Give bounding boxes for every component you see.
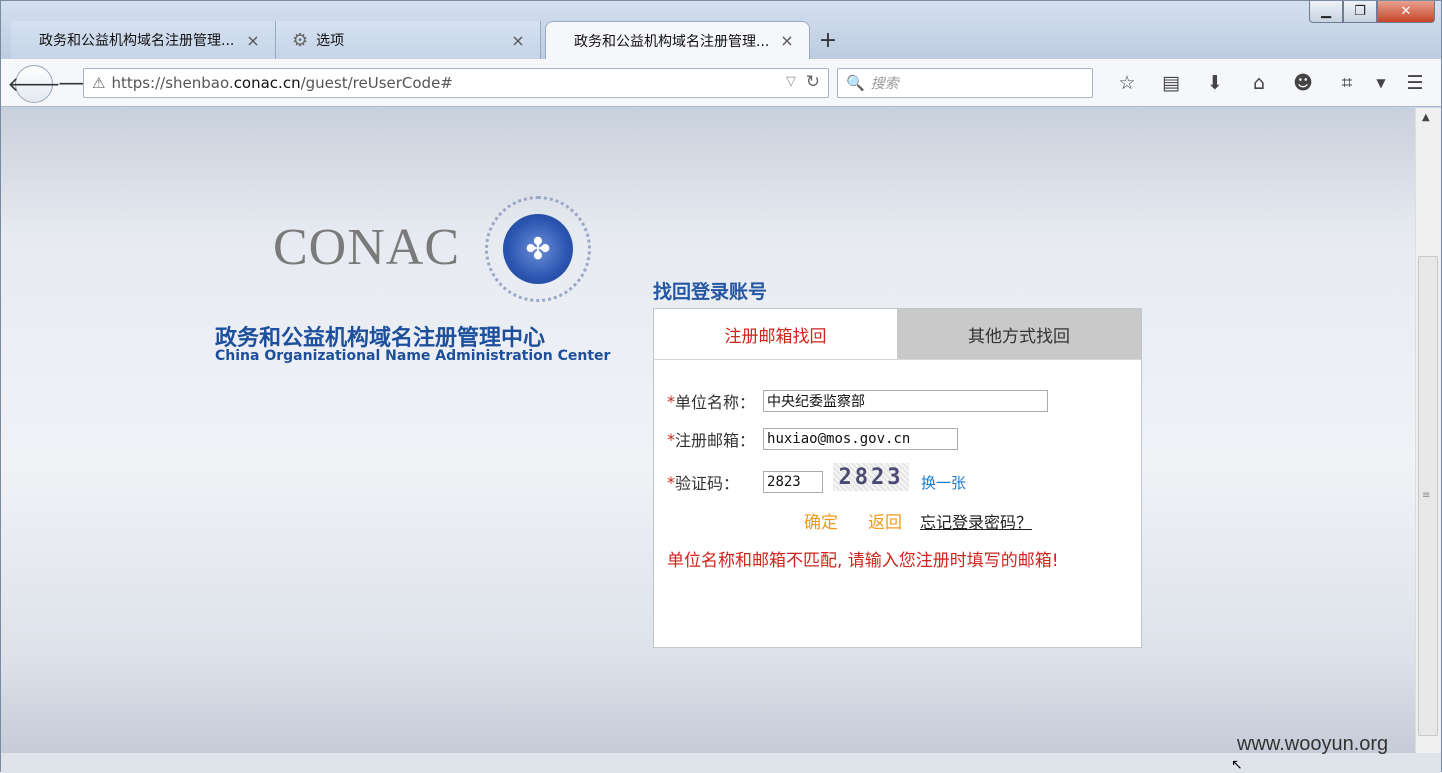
tab-email-recover[interactable]: 注册邮箱找回	[654, 309, 897, 359]
new-tab-button[interactable]: +	[810, 21, 846, 59]
refresh-captcha-link[interactable]: 换一张	[921, 472, 966, 493]
close-window-button[interactable]: ✕	[1377, 1, 1435, 23]
navigation-toolbar: 🡐 🡒 ⚠ https://shenbao.conac.cn/guest/reU…	[1, 59, 1441, 107]
action-row: 确定 返回 忘记登录密码？	[804, 508, 1032, 534]
vertical-scrollbar[interactable]: ▲ ≡	[1415, 108, 1441, 753]
search-icon: 🔍	[846, 74, 865, 92]
captcha-label: 验证码：	[675, 474, 740, 493]
home-icon[interactable]: ⌂	[1237, 71, 1281, 95]
panel-tabs: 注册邮箱找回 其他方式找回	[654, 309, 1141, 359]
unit-name-label: 单位名称：	[675, 393, 756, 412]
search-input[interactable]: 🔍 搜索	[837, 68, 1093, 98]
tab-title: 选项	[316, 33, 345, 49]
tab-title: 政务和公益机构域名注册管理...	[574, 33, 770, 50]
download-arrow-icon[interactable]: ⬇	[1193, 71, 1237, 95]
required-mark: *	[667, 391, 675, 411]
reload-icon[interactable]: ↻	[806, 72, 820, 92]
logo-wordmark: CONAC	[273, 219, 461, 276]
forgot-password-link[interactable]: 忘记登录密码？	[920, 509, 1032, 533]
scroll-grip-icon: ≡	[1422, 490, 1431, 501]
chevron-down-icon[interactable]: ▼	[1369, 71, 1393, 95]
tab-close-icon[interactable]: ×	[245, 31, 261, 50]
required-mark: *	[667, 472, 675, 492]
emblem-core: ✤	[503, 214, 573, 284]
tab-strip: 政务和公益机构域名注册管理... × ⚙ 选项 × 政务和公益机构域名注册管理.…	[11, 21, 846, 59]
tab-close-icon[interactable]: ×	[779, 31, 795, 50]
maximize-button[interactable]: ❐	[1343, 1, 1377, 23]
tab-2-options[interactable]: ⚙ 选项 ×	[276, 21, 541, 59]
address-bar[interactable]: ⚠ https://shenbao. conac.cn/guest/reUserC…	[83, 68, 829, 98]
search-placeholder: 搜索	[870, 76, 899, 92]
back-arrow-icon[interactable]: 🡐	[7, 65, 61, 103]
scroll-up-icon[interactable]: ▲	[1422, 112, 1430, 123]
url-host: conac.cn	[233, 74, 301, 92]
email-row: * 注册邮箱： huxiao@mos.gov.cn	[667, 427, 959, 451]
form-title: 找回登录账号	[653, 281, 768, 303]
tab-other-recover[interactable]: 其他方式找回	[897, 309, 1141, 359]
toolbar-icons: ☆ ▤ ⬇ ⌂ ☻ ⌗ ▼ ☰	[1105, 71, 1437, 95]
chat-icon[interactable]: ☻	[1281, 71, 1325, 95]
minimize-button[interactable]: ▁	[1309, 1, 1343, 23]
mouse-cursor-icon: ↖	[1231, 757, 1243, 773]
required-mark: *	[667, 429, 675, 449]
confirm-button[interactable]: 确定	[804, 508, 838, 533]
back-button[interactable]: 返回	[868, 508, 902, 533]
captcha-image[interactable]: 2823	[833, 463, 910, 491]
bookmark-star-icon[interactable]: ☆	[1105, 71, 1149, 95]
captcha-input[interactable]: 2823	[763, 471, 824, 493]
gear-icon: ⚙	[292, 29, 309, 51]
window-controls: ▁ ❐ ✕	[1309, 1, 1435, 27]
history-dropdown-icon[interactable]: ▽	[786, 74, 796, 89]
warning-icon: ⚠	[92, 74, 106, 92]
tab-title: 政务和公益机构域名注册管理...	[39, 33, 235, 49]
conac-logo: CONAC ✤ 政务和公益机构域名注册管理中心 China Organizati…	[215, 196, 610, 366]
title-bar: ▁ ❐ ✕ 政务和公益机构域名注册管理... × ⚙ 选项 × 政务和公益机构域…	[1, 1, 1441, 61]
panel-body: * 单位名称： 中央纪委监察部 * 注册邮箱： huxiao@mos.gov.c…	[654, 359, 1141, 647]
org-name-en: China Organizational Name Administration…	[215, 348, 611, 364]
crop-icon[interactable]: ⌗	[1325, 71, 1369, 95]
page-content: CONAC ✤ 政务和公益机构域名注册管理中心 China Organizati…	[1, 108, 1415, 753]
status-bar	[1, 753, 1441, 773]
unit-name-row: * 单位名称： 中央纪委监察部	[667, 389, 1049, 413]
tab-1[interactable]: 政务和公益机构域名注册管理... ×	[11, 21, 276, 59]
url-path: /guest/reUserCode#	[300, 74, 453, 92]
recover-panel: 注册邮箱找回 其他方式找回 * 单位名称： 中央纪委监察部 * 注册邮箱： hu…	[653, 308, 1142, 648]
reading-list-icon[interactable]: ▤	[1149, 71, 1193, 95]
menu-hamburger-icon[interactable]: ☰	[1393, 71, 1437, 95]
tab-close-icon[interactable]: ×	[510, 31, 526, 50]
watermark: www.wooyun.org	[1237, 733, 1389, 755]
email-input[interactable]: huxiao@mos.gov.cn	[763, 428, 959, 450]
email-label: 注册邮箱：	[675, 431, 756, 450]
browser-window: ▁ ❐ ✕ 政务和公益机构域名注册管理... × ⚙ 选项 × 政务和公益机构域…	[0, 0, 1442, 773]
unit-name-input[interactable]: 中央纪委监察部	[763, 390, 1049, 412]
error-message: 单位名称和邮箱不匹配, 请输入您注册时填写的邮箱!	[667, 551, 1059, 571]
tab-3-active[interactable]: 政务和公益机构域名注册管理... ×	[545, 21, 810, 59]
emblem-icon: ✤	[485, 196, 591, 302]
url-prefix: https://shenbao.	[111, 74, 234, 92]
captcha-row: * 验证码： 2823 2823 换一张	[667, 463, 966, 494]
